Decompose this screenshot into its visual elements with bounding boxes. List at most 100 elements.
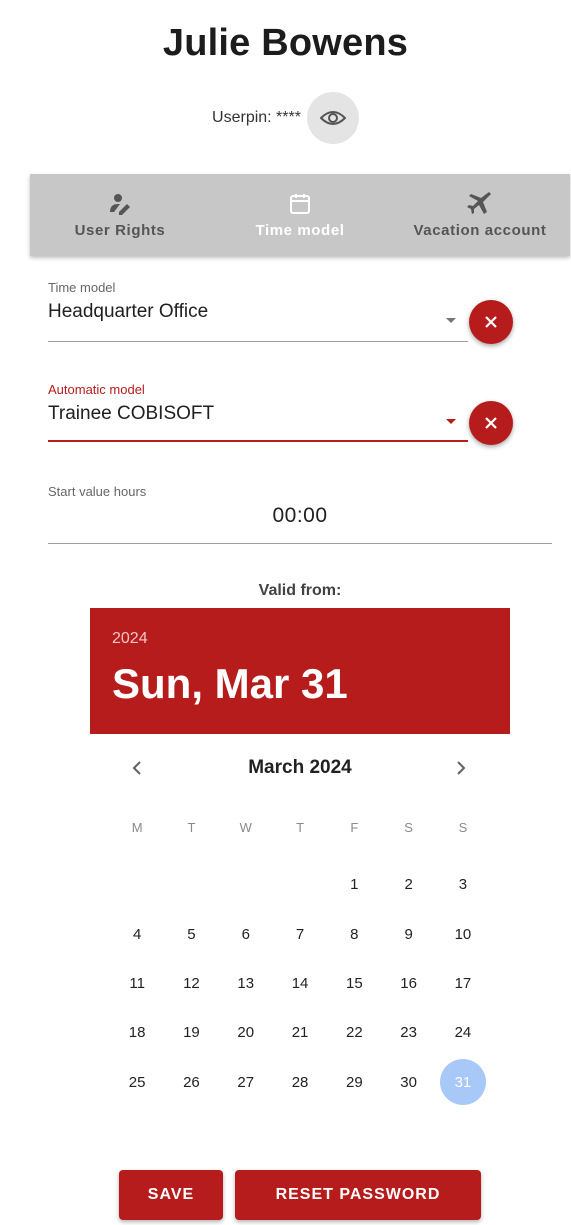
next-month-button[interactable] — [454, 756, 468, 787]
calendar-day-number: 15 — [345, 974, 363, 992]
calendar-day[interactable]: 18 — [110, 1008, 164, 1057]
calendar-day-number: 11 — [129, 974, 145, 992]
automatic-model-label: Automatic model — [48, 382, 145, 397]
save-button[interactable]: SAVE — [119, 1170, 223, 1220]
weekday-label: S — [404, 820, 413, 835]
calendar-day-number: 29 — [345, 1073, 363, 1091]
calendar-empty-cell — [110, 860, 164, 909]
calendar-day-number: 26 — [183, 1073, 200, 1091]
calendar-day[interactable]: 28 — [273, 1058, 327, 1107]
start-value-hours-label: Start value hours — [48, 484, 147, 499]
valid-from-label: Valid from: — [258, 582, 342, 599]
calendar-day[interactable]: 15 — [327, 959, 381, 1008]
date-picker-selected-date: Sun, Mar 31 — [112, 660, 348, 707]
time-model-underline — [48, 341, 468, 342]
reset-password-button[interactable]: RESET PASSWORD — [235, 1170, 481, 1220]
weekday-label: F — [350, 820, 359, 835]
tab-vacation-account-label: Vacation account — [413, 221, 547, 239]
userpin-label: Userpin: **** — [212, 109, 301, 126]
calendar-day[interactable]: 17 — [436, 959, 490, 1008]
time-model-select[interactable]: Time model Headquarter Office — [48, 280, 208, 323]
calendar-day-grid: 1 2 3 4 5 6 7 8 9 10 11 12 13 14 15 16 17 18 19 20 21 22 23 24 2… — [110, 860, 490, 1107]
calendar-day-number: 18 — [128, 1024, 146, 1042]
calendar-empty-cell — [273, 860, 327, 909]
tab-time-model[interactable]: Time model — [210, 174, 390, 256]
action-buttons: SAVE RESET PASSWORD — [119, 1170, 481, 1220]
calendar-day[interactable]: 23 — [381, 1008, 435, 1057]
time-model-label: Time model — [48, 280, 116, 295]
calendar-day-number: 4 — [132, 925, 142, 943]
tab-vacation-account[interactable]: Vacation account — [390, 174, 570, 256]
calendar-day[interactable]: 20 — [219, 1008, 273, 1057]
weekday-label: M — [131, 820, 143, 835]
calendar-day[interactable]: 12 — [164, 959, 218, 1008]
calendar-day[interactable]: 9 — [381, 909, 435, 958]
automatic-model-select[interactable]: Automatic model Trainee COBISOFT — [48, 382, 214, 425]
calendar-day[interactable]: 7 — [273, 909, 327, 958]
tab-user-rights-label: User Rights — [74, 221, 166, 239]
calendar-day[interactable]: 22 — [327, 1008, 381, 1057]
calendar-day[interactable]: 6 — [219, 909, 273, 958]
calendar-day-number: 19 — [183, 1024, 200, 1042]
calendar-day[interactable]: 19 — [164, 1008, 218, 1057]
automatic-model-value: Trainee COBISOFT — [48, 403, 215, 424]
tab-user-rights[interactable]: User Rights — [30, 174, 210, 256]
start-value-hours-field-label-wrap: Start value hours — [48, 484, 146, 499]
calendar-day-number: 24 — [454, 1024, 472, 1042]
calendar-day[interactable]: 4 — [110, 909, 164, 958]
month-label: March 2024 — [248, 757, 352, 778]
calendar-day-number: 20 — [237, 1024, 255, 1042]
calendar-day-selected[interactable]: 31 — [436, 1058, 490, 1107]
calendar-day[interactable]: 11 — [110, 959, 164, 1008]
calendar-empty-cell — [219, 860, 273, 909]
calendar-day[interactable]: 10 — [436, 909, 490, 958]
calendar-day-number: 7 — [295, 925, 305, 943]
calendar-day-number: 25 — [128, 1073, 146, 1091]
calendar-day[interactable]: 14 — [273, 959, 327, 1008]
calendar-day[interactable]: 5 — [164, 909, 218, 958]
date-picker-header: 2024 Sun, Mar 31 — [90, 608, 510, 734]
calendar-day[interactable]: 29 — [327, 1058, 381, 1107]
show-pin-button[interactable] — [306, 92, 359, 144]
calendar-day[interactable]: 30 — [381, 1058, 435, 1107]
automatic-model-dropdown-icon[interactable] — [446, 419, 456, 424]
time-model-value: Headquarter Office — [48, 301, 209, 322]
calendar-day-number: 10 — [454, 925, 472, 943]
calendar-day[interactable]: 13 — [219, 959, 273, 1008]
calendar-day-number: 31 — [439, 1059, 486, 1106]
user-edit-icon — [110, 193, 130, 215]
calendar-day[interactable]: 16 — [381, 959, 435, 1008]
tab-bar: User Rights Time model Vacation account — [30, 174, 570, 256]
airplane-icon — [467, 191, 491, 214]
clear-time-model-button[interactable] — [469, 300, 513, 344]
date-picker-year[interactable]: 2024 — [112, 630, 148, 648]
start-value-hours-input[interactable]: 00:00 — [48, 504, 552, 528]
calendar-day-number: 13 — [237, 974, 255, 992]
time-model-dropdown-icon[interactable] — [446, 318, 456, 323]
calendar-day-number: 3 — [458, 876, 468, 894]
calendar-day[interactable]: 2 — [381, 860, 435, 909]
calendar-day-number: 8 — [350, 925, 359, 943]
calendar-day[interactable]: 1 — [327, 860, 381, 909]
calendar-day[interactable]: 3 — [436, 860, 490, 909]
calendar-day-number: 28 — [291, 1073, 309, 1091]
month-navigation: March 2024 — [90, 754, 510, 784]
calendar-day[interactable]: 21 — [273, 1008, 327, 1057]
calendar-icon — [290, 193, 310, 214]
clear-automatic-model-button[interactable] — [469, 401, 513, 445]
calendar-day[interactable]: 26 — [164, 1058, 218, 1107]
tab-time-model-label: Time model — [255, 221, 345, 239]
calendar-day[interactable]: 24 — [436, 1008, 490, 1057]
start-value-hours-underline — [48, 543, 552, 544]
close-icon — [485, 316, 497, 328]
calendar-day-number: 6 — [241, 925, 250, 943]
calendar-day-number: 12 — [183, 974, 200, 992]
calendar-day[interactable]: 25 — [110, 1058, 164, 1107]
weekday-header-row: MTWTFSS — [110, 820, 490, 835]
page-title: Julie Bowens — [162, 22, 409, 64]
calendar-day[interactable]: 8 — [327, 909, 381, 958]
calendar-day-number: 17 — [454, 974, 472, 992]
calendar-day[interactable]: 27 — [219, 1058, 273, 1107]
calendar-day-number: 16 — [400, 974, 417, 992]
calendar-day-number: 22 — [345, 1024, 363, 1042]
